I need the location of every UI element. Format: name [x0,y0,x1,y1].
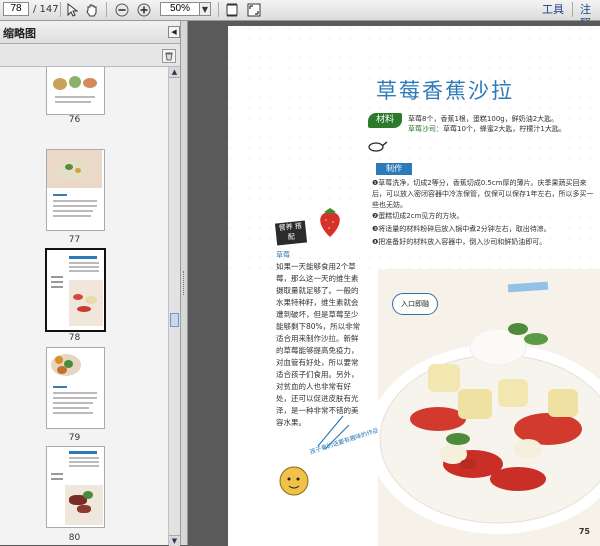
document-page: 草莓香蕉沙拉 材料 草莓8个，香蕉1根，蛋糕100g，鲜奶油2大匙。 草莓沙司：… [228,26,600,546]
step-2: ❷蛋糕切成2cm见方的方块。 [372,212,464,220]
thumbnail-label: 77 [68,235,81,245]
step-1: ❶草莓洗净，切成2等分，香蕉切成0.5cm厚的薄片。庆季果蔬买回来后，可以放入密… [372,179,594,209]
toolbar-divider [106,2,107,17]
thumbnail-label: 80 [68,533,81,543]
sauce-label: 草莓沙司： [408,125,443,133]
cartoon-character-icon [276,461,312,497]
collapse-panel-icon[interactable]: ◀ [168,26,180,38]
nutrition-text: 如果一天能够食用2个草莓，那么这一天的维生素摄取量就足够了。一般的水果特种籽，维… [276,262,361,427]
select-arrow-icon[interactable] [64,2,80,18]
full-screen-icon[interactable] [246,2,262,18]
thumbnail-page[interactable] [46,149,105,231]
thumbnail-scrollbar[interactable]: ▲ ▼ [168,67,180,546]
thumbnail-page[interactable] [46,446,105,528]
scroll-thumb[interactable] [170,313,179,327]
thumbnail-label: 79 [68,433,81,443]
tools-menu[interactable]: 工具 [542,3,564,17]
top-toolbar: / 147 ▼ 工具 注释 [0,0,600,30]
scroll-down-icon[interactable]: ▼ [169,535,180,546]
strawberry-icon [312,204,348,240]
toolbar-divider [572,2,573,17]
zoom-out-icon[interactable] [114,2,130,18]
zoom-in-icon[interactable] [136,2,152,18]
scroll-up-icon[interactable]: ▲ [169,67,180,78]
page-total: / 147 [33,4,59,15]
recipe-photo: 入口即融 75 [378,269,600,546]
page-number: 75 [578,527,590,536]
ingredients-line: 草莓8个，香蕉1根，蛋糕100g，鲜奶油2大匙。 [408,115,559,123]
thumbnail-list: 76 77 78 79 80 [0,67,168,545]
zoom-dropdown-icon[interactable]: ▼ [199,2,211,16]
nutrition-label: 营养 搭配 [274,220,308,246]
ingredients-badge: 材料 [368,113,402,128]
panel-options-icon[interactable] [162,49,176,63]
step-4: ❹把准备好的材料放入容器中，倒入沙司和鲜奶油即可。 [372,238,547,246]
toolbar-divider [218,2,219,17]
step-3: ❸将适量的材料粉碎后放入锅中煮2分钟左右，取出待凉。 [372,225,551,233]
recipe-title: 草莓香蕉沙拉 [376,79,514,103]
thumbnail-panel: 缩略图 ◀ 76 77 78 79 80 ▲ ▼ [0,21,181,546]
hand-tool-icon[interactable] [84,2,100,18]
splitter-grip-icon [183,271,186,295]
zoom-level-input[interactable] [160,2,200,16]
thumbnail-page[interactable] [46,347,105,429]
document-view[interactable]: 草莓香蕉沙拉 材料 草莓8个，香蕉1根，蛋糕100g，鲜奶油2大匙。 草莓沙司：… [188,21,600,546]
thumbnail-page[interactable] [46,67,105,115]
method-badge: 制作 [376,163,412,175]
toolbar-divider [60,2,61,17]
sauce-ingredients: 草莓10个，蜂蜜2大匙，柠檬汁1大匙。 [443,125,566,133]
panel-header: 缩略图 ◀ [0,21,180,44]
nutrition-subtitle: 草莓 [276,251,290,259]
thumbnail-label: 76 [68,115,81,125]
page-number-input[interactable] [3,2,29,16]
fit-page-icon[interactable] [224,2,240,18]
note-lines-icon [317,415,350,450]
panel-splitter[interactable] [181,21,188,545]
panel-options-bar [0,44,180,67]
ingredients-sauce-line: 草莓沙司：草莓10个，蜂蜜2大匙，柠檬汁1大匙。 [408,124,566,134]
photo-caption-bubble: 入口即融 [392,293,438,315]
panel-title: 缩略图 [3,27,36,40]
thumbnail-label: 78 [68,333,81,343]
pan-icon [368,138,388,152]
thumbnail-page-selected[interactable] [45,248,106,332]
